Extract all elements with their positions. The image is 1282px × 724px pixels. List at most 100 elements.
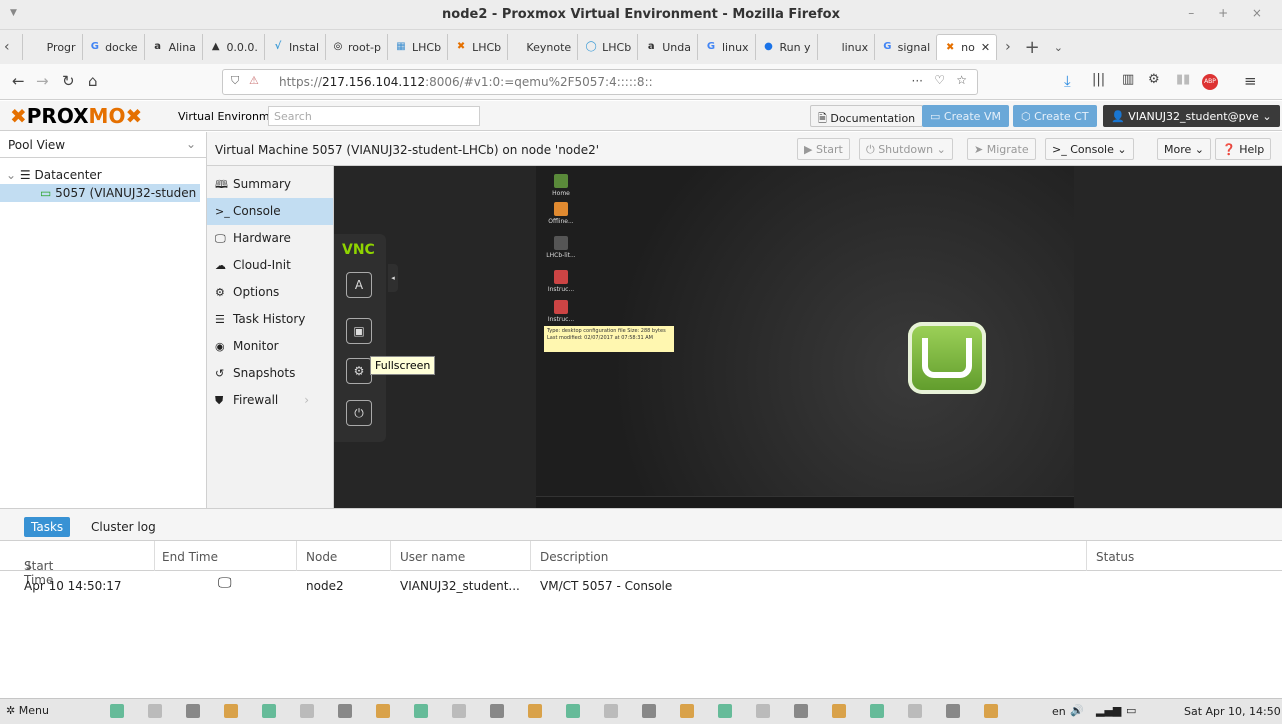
menu-summary[interactable]: 🕮 Summary	[207, 171, 333, 198]
new-tab-icon[interactable]: +	[1025, 37, 1040, 58]
view-selector[interactable]: Pool View ⌄	[0, 132, 206, 158]
sidebar-icon[interactable]: ▥	[1122, 72, 1134, 87]
clock[interactable]: Sat Apr 10, 14:50	[1184, 705, 1281, 718]
console-button[interactable]: >_ Console ⌄	[1045, 138, 1134, 160]
browser-tab[interactable]: Glinux	[696, 34, 755, 60]
keyboard-layout[interactable]: en	[1052, 705, 1066, 718]
tab-tasks[interactable]: Tasks	[24, 517, 71, 537]
browser-tab[interactable]: √ Instal	[263, 34, 325, 60]
extension-icon[interactable]: ⚙	[1148, 72, 1160, 87]
network-icon[interactable]: ▂▄▆	[1096, 704, 1121, 717]
browser-tab[interactable]: ◎ root-p	[325, 34, 387, 60]
taskbar-window-icon[interactable]	[338, 704, 352, 718]
forward-icon[interactable]: →	[36, 72, 49, 90]
taskbar-window-icon[interactable]	[110, 704, 124, 718]
help-button[interactable]: ❓ Help	[1215, 138, 1272, 160]
taskbar-window-icon[interactable]	[262, 704, 276, 718]
taskbar-window-icon[interactable]	[908, 704, 922, 718]
settings-gear-icon[interactable]: ⚙	[346, 358, 372, 384]
menu-hardware[interactable]: 🖵 Hardware	[207, 225, 333, 252]
shield-icon[interactable]: ⛉	[231, 74, 239, 88]
browser-tab[interactable]: ▦ LHCb	[387, 34, 447, 60]
clipboard-icon[interactable]: ▣	[346, 318, 372, 344]
taskbar-window-icon[interactable]	[832, 704, 846, 718]
start-menu-button[interactable]: ✲ Menu	[6, 704, 49, 717]
taskbar-window-icon[interactable]	[186, 704, 200, 718]
col-user-name[interactable]: User name	[400, 550, 465, 564]
tree-item-vm-5057[interactable]: ▭ 5057 (VIANUJ32-studen	[0, 184, 200, 202]
browser-tab[interactable]: a Alina	[143, 34, 202, 60]
menu-monitor[interactable]: ◉ Monitor	[207, 333, 333, 360]
start-button[interactable]: ▶ Start	[797, 138, 850, 160]
col-node[interactable]: Node	[306, 550, 337, 564]
taskbar-window-icon[interactable]	[718, 704, 732, 718]
create-ct-button[interactable]: ⬡ Create CT	[1013, 105, 1097, 127]
url-text[interactable]: https://217.156.104.112:8006/#v1:0:=qemu…	[279, 75, 653, 89]
menu-firewall[interactable]: ⛊ Firewall ›	[207, 387, 333, 414]
taskbar-window-icon[interactable]	[566, 704, 580, 718]
taskbar-window-icon[interactable]	[870, 704, 884, 718]
shutdown-button[interactable]: ⏻ Shutdown ⌄	[859, 138, 953, 160]
taskbar-window-icon[interactable]	[680, 704, 694, 718]
vnc-console[interactable]: Home Offline... LHCb-lit... Instruc... I…	[334, 166, 1282, 508]
keyboard-extra-keys-icon[interactable]: A	[346, 272, 372, 298]
create-vm-button[interactable]: ▭ Create VM	[922, 105, 1009, 127]
browser-tab[interactable]: linux	[816, 34, 875, 60]
documentation-button[interactable]: 🗎 Documentation	[810, 105, 924, 127]
pocket-icon[interactable]: ♡	[934, 73, 945, 87]
menu-snapshots[interactable]: ↺ Snapshots	[207, 360, 333, 387]
taskbar-window-icon[interactable]	[604, 704, 618, 718]
browser-tab[interactable]: ✖ no ✕	[936, 34, 998, 60]
col-end-time[interactable]: End Time	[162, 550, 218, 564]
desktop-icon-instruc1[interactable]: Instruc...	[546, 270, 576, 293]
user-menu-button[interactable]: 👤 VIANUJ32_student@pve ⌄	[1103, 105, 1280, 127]
taskbar-window-icon[interactable]	[300, 704, 314, 718]
col-description[interactable]: Description	[540, 550, 608, 564]
browser-tab[interactable]: Gdocke	[81, 34, 144, 60]
menu-options[interactable]: ⚙ Options	[207, 279, 333, 306]
taskbar-window-icon[interactable]	[376, 704, 390, 718]
browser-tab[interactable]: ● Run y	[754, 34, 817, 60]
tab-list-icon[interactable]: ⌄	[1054, 41, 1063, 54]
browser-tab[interactable]: a Unda	[637, 34, 697, 60]
taskbar-window-icon[interactable]	[224, 704, 238, 718]
close-tab-icon[interactable]: ✕	[981, 41, 990, 54]
desktop-icon-offline[interactable]: Offline...	[546, 202, 576, 225]
taskbar-window-icon[interactable]	[756, 704, 770, 718]
page-actions-icon[interactable]: ···	[912, 74, 923, 88]
desktop-icon-instruc2[interactable]: Instruc...	[546, 300, 576, 323]
taskbar-window-icon[interactable]	[794, 704, 808, 718]
url-bar[interactable]: ⛉ ⚠ https://217.156.104.112:8006/#v1:0:=…	[222, 69, 978, 95]
tree-item-datacenter[interactable]: ⌄ ☰ Datacenter	[6, 166, 200, 184]
power-icon[interactable]: ⏻	[346, 400, 372, 426]
guest-panel[interactable]	[536, 496, 1074, 508]
downloads-icon[interactable]: ⤓	[1064, 72, 1071, 90]
browser-tab[interactable]: Progr	[21, 34, 82, 60]
browser-tab[interactable]: ▲ 0.0.0.	[201, 34, 264, 60]
tab-scroll-right-icon[interactable]: ›	[1005, 39, 1011, 55]
library-icon[interactable]: |||	[1092, 72, 1105, 87]
bookmark-star-icon[interactable]: ☆	[956, 73, 967, 87]
window-controls[interactable]: – + ×	[1188, 6, 1272, 20]
battery-icon[interactable]: ▭	[1126, 704, 1136, 717]
menu-console[interactable]: >_ Console	[207, 198, 333, 225]
taskbar-window-icon[interactable]	[946, 704, 960, 718]
hamburger-menu-icon[interactable]: ≡	[1244, 72, 1257, 90]
volume-icon[interactable]: 🔊	[1070, 704, 1084, 717]
menu-cloud-init[interactable]: ☁ Cloud-Init	[207, 252, 333, 279]
taskbar-window-icon[interactable]	[490, 704, 504, 718]
browser-tab[interactable]: Gsignal	[874, 34, 936, 60]
migrate-button[interactable]: ➤ Migrate	[967, 138, 1036, 160]
desktop-icon-lhcb[interactable]: LHCb-lit...	[546, 236, 576, 259]
adblock-icon[interactable]: ABP	[1202, 74, 1218, 90]
taskbar-window-icon[interactable]	[148, 704, 162, 718]
taskbar-window-icon[interactable]	[984, 704, 998, 718]
col-status[interactable]: Status	[1096, 550, 1134, 564]
browser-tab[interactable]: Keynote	[507, 34, 577, 60]
taskbar-window-icon[interactable]	[452, 704, 466, 718]
taskbar-window-icon[interactable]	[642, 704, 656, 718]
search-input[interactable]: Search	[268, 106, 480, 126]
window-menu-icon[interactable]: ▼	[10, 8, 17, 18]
novnc-collapse-handle[interactable]: ◂	[388, 264, 398, 292]
tab-cluster-log[interactable]: Cluster log	[84, 517, 163, 537]
